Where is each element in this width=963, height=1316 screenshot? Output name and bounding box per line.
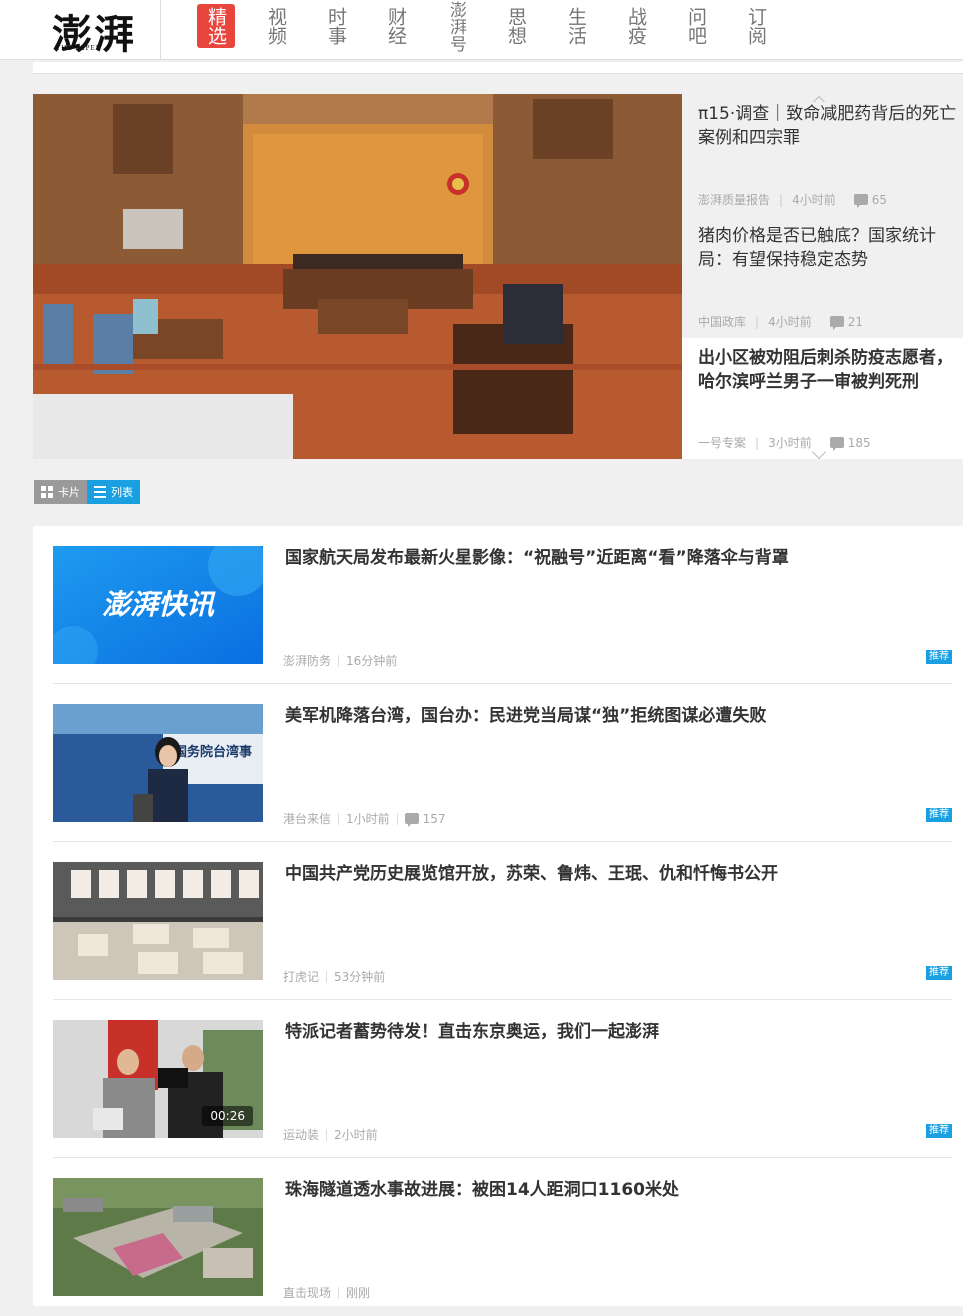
news-thumbnail[interactable]: 国务院台湾事 bbox=[53, 704, 263, 822]
exhibition-thumbnail bbox=[53, 862, 263, 980]
comment-icon bbox=[404, 813, 419, 827]
news-source[interactable]: 港台来信 bbox=[283, 810, 331, 827]
thumbnail-text: 国务院台湾事 bbox=[174, 744, 252, 760]
hero-image-courtroom[interactable] bbox=[33, 94, 682, 459]
news-meta: 运动装 2小时前 bbox=[283, 1126, 378, 1143]
headline-comment-count: 65 bbox=[871, 192, 887, 207]
thumbnail-text: 澎湃快讯 bbox=[102, 588, 216, 621]
nav-tab-video[interactable]: 视频 bbox=[257, 4, 295, 48]
hero-top-strip bbox=[33, 62, 963, 74]
card-view-label: 卡片 bbox=[58, 486, 80, 499]
meta-separator bbox=[338, 654, 340, 667]
news-item: 珠海隧道透水事故进展：被困14人距洞口1160米处 直击现场 刚刚 bbox=[53, 1158, 952, 1316]
headline-source[interactable]: 澎湃质量报告 bbox=[698, 191, 770, 208]
hero-headline-meta: 一号专案 | 3小时前 185 bbox=[698, 434, 871, 451]
news-thumbnail[interactable] bbox=[53, 1178, 263, 1296]
news-source[interactable]: 澎湃防务 bbox=[283, 652, 331, 669]
news-time: 刚刚 bbox=[346, 1286, 371, 1300]
recommend-badge: 推荐 bbox=[926, 808, 952, 822]
meta-separator: | bbox=[755, 435, 760, 450]
news-time: 1小时前 bbox=[346, 812, 390, 826]
news-title[interactable]: 珠海隧道透水事故进展：被困14人距洞口1160米处 bbox=[285, 1178, 945, 1202]
headline-comment-count: 21 bbox=[847, 314, 863, 329]
news-meta: 直击现场 刚刚 bbox=[283, 1284, 370, 1301]
meta-separator bbox=[396, 812, 398, 825]
hero-headline-title[interactable]: 出小区被劝阻后刺杀防疫志愿者，哈尔滨呼兰男子一审被判死刑 bbox=[698, 338, 963, 394]
site-logo[interactable]: 澎湃 THE PAPER bbox=[50, 2, 162, 58]
flash-news-thumbnail: 澎湃快讯 bbox=[53, 546, 263, 664]
news-time: 53分钟前 bbox=[334, 970, 386, 984]
nav-tab-finance[interactable]: 财经 bbox=[377, 4, 415, 48]
news-thumbnail[interactable] bbox=[53, 862, 263, 980]
meta-separator bbox=[338, 812, 340, 825]
hero-headline-title[interactable]: 猪肉价格是否已触底？国家统计局：有望保持稳定态势 bbox=[698, 224, 963, 272]
courtroom-illustration bbox=[33, 94, 682, 459]
news-item: 国务院台湾事 美军机降落台湾，国台办：民进党当局谋“独”拒统图谋必遭失败 港台来… bbox=[53, 684, 952, 842]
view-toggle: 卡片 列表 bbox=[34, 480, 140, 504]
hero-headline-meta: 中国政库 | 4小时前 21 bbox=[698, 313, 863, 330]
nav-tab-featured[interactable]: 精选 bbox=[197, 4, 235, 48]
news-item: 澎湃快讯 国家航天局发布最新火星影像：“祝融号”近距离“看”降落伞与背罩 澎湃防… bbox=[53, 526, 952, 684]
news-title[interactable]: 中国共产党历史展览馆开放，苏荣、鲁炜、王珉、仇和忏悔书公开 bbox=[285, 862, 945, 886]
headline-time: 4小时前 bbox=[768, 315, 812, 329]
news-source[interactable]: 打虎记 bbox=[283, 968, 319, 985]
nav-tab-life[interactable]: 生活 bbox=[557, 4, 595, 48]
news-source[interactable]: 直击现场 bbox=[283, 1284, 331, 1301]
hero-headline-title[interactable]: π15·调查｜致命减肥药背后的死亡案例和四宗罪 bbox=[698, 102, 963, 150]
news-title[interactable]: 美军机降落台湾，国台办：民进党当局谋“独”拒统图谋必遭失败 bbox=[285, 704, 945, 728]
video-duration: 00:26 bbox=[202, 1106, 253, 1126]
meta-separator: | bbox=[779, 192, 784, 207]
recommend-badge: 推荐 bbox=[926, 1124, 952, 1138]
news-item: 00:26 特派记者蓄势待发！直击东京奥运，我们一起澎湃 运动装 2小时前 推荐 bbox=[53, 1000, 952, 1158]
meta-separator bbox=[326, 970, 328, 983]
logo-subtitle: THE PAPER bbox=[56, 44, 102, 52]
news-title[interactable]: 特派记者蓄势待发！直击东京奥运，我们一起澎湃 bbox=[285, 1020, 945, 1044]
card-view-button[interactable]: 卡片 bbox=[34, 480, 87, 504]
news-thumbnail[interactable]: 澎湃快讯 bbox=[53, 546, 263, 664]
nav-tab-current-affairs[interactable]: 时事 bbox=[317, 4, 355, 48]
headline-comment-count: 185 bbox=[847, 435, 871, 450]
nav-tab-pengpai-account[interactable]: 澎湃号 bbox=[437, 0, 475, 52]
hero-headline-item[interactable]: π15·调查｜致命减肥药背后的死亡案例和四宗罪 澎湃质量报告 | 4小时前 65 bbox=[682, 102, 963, 214]
hero-headline-list: π15·调查｜致命减肥药背后的死亡案例和四宗罪 澎湃质量报告 | 4小时前 65… bbox=[682, 94, 963, 460]
meta-separator: | bbox=[755, 314, 760, 329]
hero-headline-meta: 澎湃质量报告 | 4小时前 65 bbox=[698, 191, 887, 208]
nav-tab-thought[interactable]: 思想 bbox=[497, 4, 535, 48]
comment-icon bbox=[853, 194, 868, 208]
list-view-button[interactable]: 列表 bbox=[87, 480, 140, 504]
comment-icon bbox=[829, 437, 844, 451]
news-video-thumbnail[interactable]: 00:26 bbox=[53, 1020, 263, 1138]
recommend-badge: 推荐 bbox=[926, 650, 952, 664]
news-meta: 港台来信 1小时前 157 bbox=[283, 810, 446, 827]
nav-tab-subscribe[interactable]: 订阅 bbox=[737, 4, 775, 48]
tunnel-site-thumbnail bbox=[53, 1178, 263, 1296]
news-title[interactable]: 国家航天局发布最新火星影像：“祝融号”近距离“看”降落伞与背罩 bbox=[285, 546, 945, 570]
news-comment-count: 157 bbox=[422, 811, 446, 826]
nav-tab-epidemic[interactable]: 战疫 bbox=[617, 4, 655, 48]
grid-icon bbox=[41, 486, 53, 498]
news-item: 中国共产党历史展览馆开放，苏荣、鲁炜、王珉、仇和忏悔书公开 打虎记 53分钟前 … bbox=[53, 842, 952, 1000]
list-view-label: 列表 bbox=[111, 486, 133, 499]
news-time: 2小时前 bbox=[334, 1128, 378, 1142]
headline-source[interactable]: 一号专案 bbox=[698, 434, 746, 451]
news-time: 16分钟前 bbox=[346, 654, 398, 668]
news-meta: 澎湃防务 16分钟前 bbox=[283, 652, 397, 669]
meta-separator bbox=[338, 1286, 340, 1299]
nav-tab-ask[interactable]: 问吧 bbox=[677, 4, 715, 48]
meta-separator bbox=[326, 1128, 328, 1141]
recommend-badge: 推荐 bbox=[926, 966, 952, 980]
news-feed: 澎湃快讯 国家航天局发布最新火星影像：“祝融号”近距离“看”降落伞与背罩 澎湃防… bbox=[33, 526, 963, 1306]
headline-source[interactable]: 中国政库 bbox=[698, 313, 746, 330]
hero-headline-item[interactable]: 猪肉价格是否已触底？国家统计局：有望保持稳定态势 中国政库 | 4小时前 21 bbox=[682, 224, 963, 336]
news-meta: 打虎记 53分钟前 bbox=[283, 968, 385, 985]
list-icon bbox=[94, 486, 106, 498]
headline-time: 4小时前 bbox=[792, 193, 836, 207]
press-conference-thumbnail: 国务院台湾事 bbox=[53, 704, 263, 822]
logo-divider bbox=[160, 0, 161, 60]
headline-time: 3小时前 bbox=[768, 436, 812, 450]
news-source[interactable]: 运动装 bbox=[283, 1126, 319, 1143]
top-navigation-bar: 澎湃 THE PAPER 精选 视频 时事 财经 澎湃号 思想 生活 战疫 问吧… bbox=[0, 0, 963, 60]
hero-headline-item-active[interactable]: 出小区被劝阻后刺杀防疫志愿者，哈尔滨呼兰男子一审被判死刑 一号专案 | 3小时前… bbox=[682, 338, 963, 459]
comment-icon bbox=[829, 316, 844, 330]
